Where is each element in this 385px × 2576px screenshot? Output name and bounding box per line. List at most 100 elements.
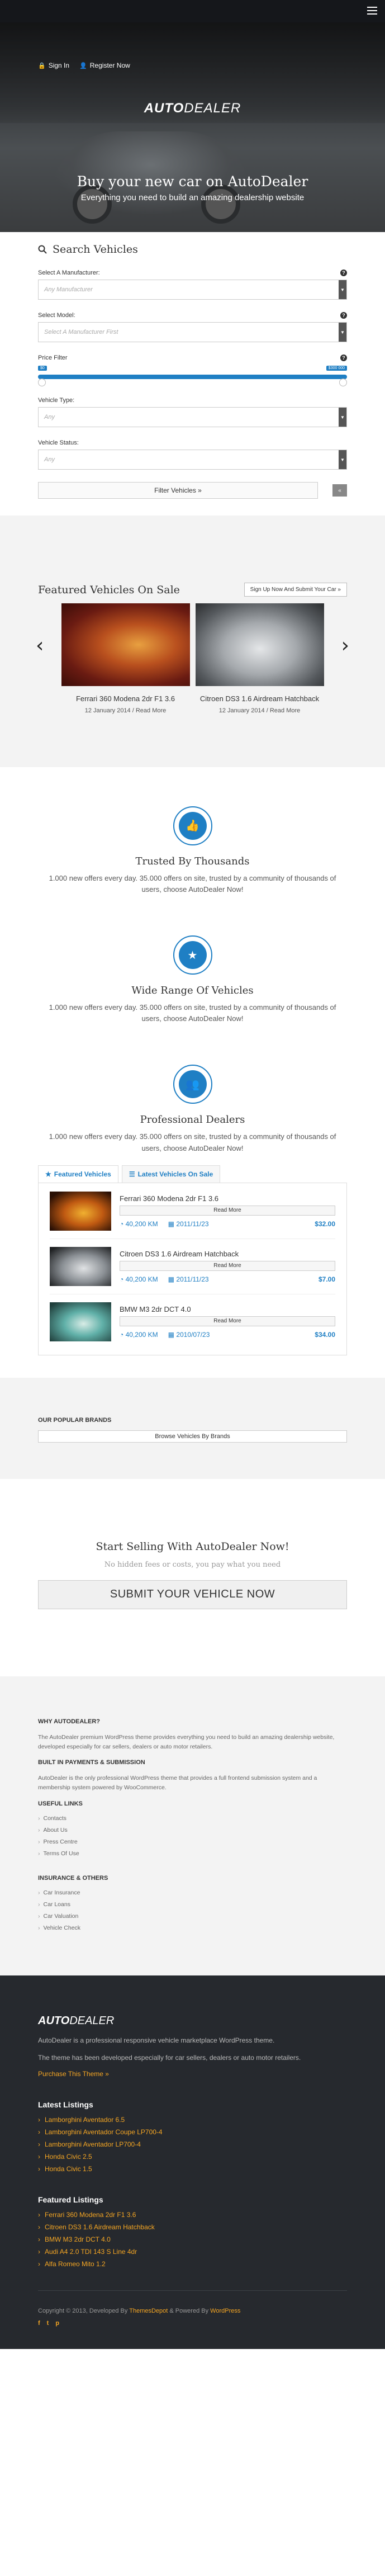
car-date[interactable]: 12 January 2014 / Read More	[196, 707, 324, 714]
list-item[interactable]: Vehicle Check	[38, 1925, 347, 1931]
latest-listings-list: Lamborghini Aventador 6.5 Lamborghini Av…	[38, 2116, 347, 2173]
read-more-button[interactable]: Read More	[120, 1316, 335, 1326]
vehicle-type-select[interactable]: Any ▼	[38, 407, 347, 427]
list-item: BMW M3 2dr DCT 4.0 Read More ◔ 40,200 KM…	[50, 1302, 335, 1349]
thumbs-up-icon: 👍	[178, 811, 207, 840]
useful-links-list: Contacts About Us Press Centre Terms Of …	[38, 1815, 347, 1857]
vehicle-title[interactable]: BMW M3 2dr DCT 4.0	[120, 1305, 335, 1313]
carousel-prev-icon[interactable]: ‹	[36, 634, 44, 657]
list-item[interactable]: Terms Of Use	[38, 1850, 347, 1857]
list-item[interactable]: Lamborghini Aventador 6.5	[38, 2116, 347, 2124]
reset-filter-button[interactable]: «	[332, 484, 347, 497]
featured-car-card[interactable]: Citroen DS3 1.6 Airdream Hatchback 12 Ja…	[195, 603, 324, 714]
vehicle-price: $7.00	[318, 1275, 335, 1283]
tab-featured-vehicles[interactable]: ★ Featured Vehicles	[38, 1165, 118, 1183]
carousel-next-icon[interactable]: ›	[341, 634, 349, 657]
price-slider[interactable]: $0 $300 000	[38, 365, 347, 387]
footer-divider	[38, 2290, 347, 2291]
list-item[interactable]: Car Valuation	[38, 1913, 347, 1920]
latest-listings-heading: Latest Listings	[38, 2100, 93, 2110]
site-logo[interactable]: AUTODEALER	[0, 101, 385, 116]
list-item[interactable]: About Us	[38, 1827, 347, 1833]
vehicle-thumbnail[interactable]	[50, 1246, 111, 1286]
read-more-button[interactable]: Read More	[120, 1260, 335, 1271]
list-item[interactable]: Lamborghini Aventador LP700-4	[38, 2140, 347, 2148]
lock-icon: 🔒	[38, 62, 46, 69]
featured-carousel: ‹ Ferrari 360 Modena 2dr F1 3.6 12 Janua…	[36, 603, 349, 714]
help-icon[interactable]: ?	[340, 312, 347, 319]
vehicles-tabs: ★ Featured Vehicles ☰ Latest Vehicles On S…	[38, 1165, 347, 1355]
sell-subtitle: No hidden fees or costs, you pay what yo…	[104, 1560, 281, 1569]
vehicle-title[interactable]: Citroen DS3 1.6 Airdream Hatchback	[120, 1250, 335, 1258]
feature-block: ★ Wide Range Of Vehicles 1.000 new offer…	[38, 935, 347, 1024]
listing-date: ▦ 2011/11/23	[168, 1275, 209, 1283]
brands-heading: OUR POPULAR BRANDS	[38, 1416, 112, 1424]
info-section: WHY AUTODEALER? The AutoDealer premium W…	[0, 1676, 385, 1975]
manufacturer-select[interactable]: Any Manufacturer ▼	[38, 280, 347, 300]
hamburger-icon[interactable]	[367, 7, 377, 15]
list-item: Ferrari 360 Modena 2dr F1 3.6 Read More …	[50, 1191, 335, 1239]
list-item[interactable]: Alfa Romeo Mito 1.2	[38, 2260, 347, 2268]
car-image[interactable]	[61, 603, 190, 686]
featured-car-card[interactable]: Ferrari 360 Modena 2dr F1 3.6 12 January…	[61, 603, 190, 714]
pinterest-icon[interactable]: p	[55, 2320, 59, 2327]
featured-listings-list: Ferrari 360 Modena 2dr F1 3.6 Citroen DS…	[38, 2211, 347, 2268]
vehicle-title[interactable]: Ferrari 360 Modena 2dr F1 3.6	[120, 1194, 335, 1203]
vehicle-status-select[interactable]: Any ▼	[38, 450, 347, 470]
list-item[interactable]: Honda Civic 2.5	[38, 2153, 347, 2161]
search-vehicles-panel: Search Vehicles Select A Manufacturer:? …	[0, 232, 385, 516]
mileage: ◔ 40,200 KM	[120, 1220, 158, 1228]
copyright: Copyright © 2013, Developed By ThemesDep…	[38, 2308, 241, 2315]
car-name[interactable]: Citroen DS3 1.6 Airdream Hatchback	[196, 694, 324, 704]
price-slider-track	[38, 375, 347, 379]
vehicle-status-label: Vehicle Status:	[38, 439, 79, 446]
auth-links: 🔒 Sign In 👤 Register Now	[38, 62, 130, 69]
price-slider-max-handle[interactable]	[339, 379, 347, 386]
developer-link[interactable]: ThemesDepot	[129, 2308, 168, 2314]
sell-heading: Start Selling With AutoDealer Now!	[96, 1540, 289, 1553]
feature-icon-circle: ★	[173, 935, 212, 975]
car-image[interactable]	[195, 603, 324, 686]
calendar-icon: ▦	[168, 1220, 174, 1228]
tab-latest-vehicles[interactable]: ☰ Latest Vehicles On Sale	[121, 1165, 221, 1183]
list-item[interactable]: Ferrari 360 Modena 2dr F1 3.6	[38, 2211, 347, 2219]
list-item[interactable]: Car Insurance	[38, 1889, 347, 1896]
mileage: ◔ 40,200 KM	[120, 1330, 158, 1339]
list-item[interactable]: Honda Civic 1.5	[38, 2165, 347, 2173]
vehicle-thumbnail[interactable]	[50, 1302, 111, 1341]
browse-brands-button[interactable]: Browse Vehicles By Brands	[38, 1430, 347, 1443]
footer-logo[interactable]: AUTODEALER	[38, 2015, 347, 2027]
sign-in-link[interactable]: 🔒 Sign In	[38, 62, 69, 69]
list-item[interactable]: Lamborghini Aventador Coupe LP700-4	[38, 2128, 347, 2136]
filter-vehicles-button[interactable]: Filter Vehicles »	[38, 482, 318, 499]
insurance-list: Car Insurance Car Loans Car Valuation Ve…	[38, 1889, 347, 1931]
featured-vehicles-section: Featured Vehicles On Sale Sign Up Now An…	[0, 516, 385, 767]
help-icon[interactable]: ?	[340, 270, 347, 276]
list-item[interactable]: Press Centre	[38, 1838, 347, 1845]
help-icon[interactable]: ?	[340, 355, 347, 361]
payments-heading: BUILT IN PAYMENTS & SUBMISSION	[38, 1759, 145, 1766]
register-link[interactable]: 👤 Register Now	[79, 62, 130, 69]
list-item[interactable]: Citroen DS3 1.6 Airdream Hatchback	[38, 2223, 347, 2231]
list-item[interactable]: Contacts	[38, 1815, 347, 1822]
price-max-tag: $300 000	[326, 366, 347, 371]
model-select[interactable]: Select A Manufacturer First ▼	[38, 322, 347, 342]
vehicle-type-label: Vehicle Type:	[38, 397, 75, 404]
sign-up-submit-car-button[interactable]: Sign Up Now And Submit Your Car »	[244, 583, 347, 597]
submit-vehicle-button[interactable]: SUBMIT YOUR VEHICLE NOW	[38, 1580, 347, 1609]
car-date[interactable]: 12 January 2014 / Read More	[61, 707, 190, 714]
vehicle-thumbnail[interactable]	[50, 1191, 111, 1231]
price-slider-min-handle[interactable]	[38, 379, 46, 386]
star-icon: ★	[178, 941, 207, 970]
twitter-icon[interactable]: t	[47, 2320, 49, 2327]
top-bar	[0, 0, 385, 22]
list-item[interactable]: BMW M3 2dr DCT 4.0	[38, 2235, 347, 2243]
purchase-theme-link[interactable]: Purchase This Theme »	[38, 2070, 109, 2078]
list-item[interactable]: Car Loans	[38, 1901, 347, 1908]
list-item[interactable]: Audi A4 2.0 TDI 143 S Line 4dr	[38, 2248, 347, 2256]
payments-text: AutoDealer is the only professional Word…	[38, 1775, 317, 1792]
wordpress-link[interactable]: WordPress	[210, 2308, 240, 2314]
facebook-icon[interactable]: f	[38, 2320, 40, 2327]
read-more-button[interactable]: Read More	[120, 1205, 335, 1216]
car-name[interactable]: Ferrari 360 Modena 2dr F1 3.6	[61, 694, 190, 704]
